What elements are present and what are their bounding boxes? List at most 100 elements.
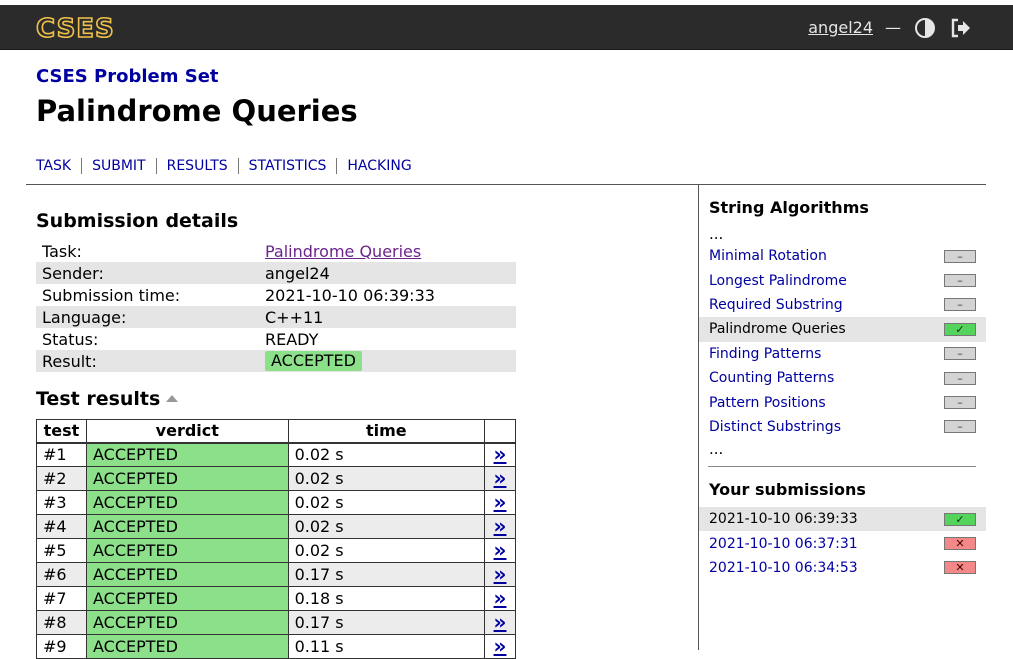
header-divider (26, 184, 986, 185)
cses-logo[interactable]: CSES (35, 13, 128, 45)
test-time: 0.17 s (287, 610, 486, 635)
task-status-icon: – (944, 396, 976, 410)
sidebar-ellipsis-top: ... (709, 225, 724, 243)
sidebar-task-link[interactable]: Distinct Substrings (709, 419, 841, 435)
test-time: 0.11 s (287, 634, 486, 659)
sidebar-task-link[interactable]: Required Substring (709, 297, 843, 313)
task-link[interactable]: Palindrome Queries (265, 242, 421, 261)
separator: — (885, 18, 901, 37)
sidebar-separator (708, 466, 976, 467)
test-verdict: ACCEPTED (85, 442, 289, 467)
test-time: 0.02 s (287, 442, 486, 467)
test-results-heading[interactable]: Test results (36, 388, 179, 410)
test-detail-cell: » (484, 562, 516, 587)
sort-up-icon[interactable] (166, 395, 179, 402)
submission-item[interactable]: 2021-10-10 06:37:31 ✕ (699, 531, 986, 555)
sidebar-task-item[interactable]: Pattern Positions – (699, 390, 986, 414)
test-verdict: ACCEPTED (85, 490, 289, 515)
test-verdict: ACCEPTED (85, 610, 289, 635)
test-detail-link[interactable]: » (494, 514, 507, 538)
username-link[interactable]: angel24 (808, 18, 873, 37)
test-number: #4 (36, 514, 87, 539)
half-circle-icon[interactable] (913, 16, 937, 40)
test-detail-link[interactable]: » (494, 610, 507, 634)
sidebar-task-item[interactable]: Required Substring – (699, 293, 986, 317)
details-label: Status: (42, 329, 99, 349)
sidebar-task-link[interactable]: Finding Patterns (709, 346, 821, 362)
your-submissions-title: Your submissions (709, 480, 866, 499)
sidebar-task-link[interactable]: Minimal Rotation (709, 248, 827, 264)
test-number: #6 (36, 562, 87, 587)
test-number: #5 (36, 538, 87, 563)
sidebar-submission-list: 2021-10-10 06:39:33 ✓ 2021-10-10 06:37:31 ✕… (699, 507, 986, 580)
test-time: 0.17 s (287, 562, 486, 587)
tab-hacking[interactable]: HACKING (336, 158, 421, 174)
sidebar-task-link[interactable]: Pattern Positions (709, 395, 826, 411)
sidebar-ellipsis-bottom: ... (709, 440, 724, 458)
test-detail-link[interactable]: » (494, 562, 507, 586)
test-number: #2 (36, 466, 87, 491)
tab-submit[interactable]: SUBMIT (81, 158, 156, 174)
sidebar-task-link[interactable]: Counting Patterns (709, 370, 834, 386)
submission-details-heading: Submission details (36, 210, 239, 232)
details-label: Result: (36, 350, 259, 372)
test-results-table: test verdict time #1 ACCEPTED 0.02 s» #2 ACC… (36, 419, 516, 659)
table-row: #2 ACCEPTED 0.02 s » (36, 466, 516, 491)
page-title: Palindrome Queries (36, 94, 358, 128)
test-time: 0.02 s (287, 466, 486, 491)
details-value: C++11 (259, 306, 516, 328)
table-row: #5 ACCEPTED 0.02 s » (36, 538, 516, 563)
details-row: Sender: angel24 (36, 262, 516, 284)
sidebar-task-item[interactable]: Distinct Substrings – (699, 415, 986, 439)
test-verdict: ACCEPTED (85, 466, 289, 491)
table-row: #6 ACCEPTED 0.17 s » (36, 562, 516, 587)
test-time: 0.02 s (287, 490, 486, 515)
test-detail-link[interactable]: » (494, 538, 507, 562)
test-detail-link[interactable]: » (494, 634, 507, 658)
submission-link[interactable]: 2021-10-10 06:34:53 (709, 560, 858, 576)
sidebar-task-item[interactable]: Finding Patterns – (699, 342, 986, 366)
details-value: 2021-10-10 06:39:33 (265, 285, 435, 305)
submission-details-table: Task: Palindrome Queries Sender: angel24… (36, 240, 516, 372)
sidebar-task-item[interactable]: Longest Palindrome – (699, 268, 986, 292)
table-row: #7 ACCEPTED 0.18 s » (36, 586, 516, 611)
sidebar-task-item: Palindrome Queries ✓ (699, 317, 986, 342)
tab-task[interactable]: TASK (36, 158, 81, 174)
breadcrumb[interactable]: CSES Problem Set (36, 66, 219, 87)
task-status-icon: – (944, 420, 976, 434)
test-detail-link[interactable]: » (494, 586, 507, 610)
submission-link[interactable]: 2021-10-10 06:37:31 (709, 536, 858, 552)
test-number: #9 (36, 634, 87, 659)
submission-item[interactable]: 2021-10-10 06:34:53 ✕ (699, 556, 986, 580)
task-status-icon: – (944, 347, 976, 361)
test-verdict: ACCEPTED (85, 514, 289, 539)
details-row: Language: C++11 (36, 306, 516, 328)
test-detail-link[interactable]: » (494, 442, 507, 466)
details-value: Palindrome Queries (259, 240, 516, 262)
details-row: Submission time: 2021-10-10 06:39:33 (36, 284, 516, 306)
test-detail-cell: » (484, 514, 516, 539)
sidebar-task-item[interactable]: Counting Patterns – (699, 366, 986, 390)
column-header-test: test (36, 419, 87, 444)
test-detail-cell: » (484, 634, 516, 659)
sidebar-task-link[interactable]: Longest Palindrome (709, 273, 847, 289)
sidebar-task-list: Minimal Rotation – Longest Palindrome – Requ… (699, 244, 986, 439)
tab-results[interactable]: RESULTS (155, 158, 238, 174)
column-header-time: time (287, 419, 486, 444)
test-verdict: ACCEPTED (85, 634, 289, 659)
logout-icon[interactable] (949, 16, 973, 40)
table-header-row: test verdict time (36, 419, 516, 444)
test-number: #1 (36, 442, 87, 467)
submission-item: 2021-10-10 06:39:33 ✓ (699, 507, 986, 532)
tab-statistics[interactable]: STATISTICS (237, 158, 337, 174)
table-row: #1 ACCEPTED 0.02 s » (36, 442, 516, 467)
task-status-icon: – (944, 274, 976, 288)
submission-time: 2021-10-10 06:39:33 (709, 511, 858, 528)
details-value: angel24 (259, 262, 516, 284)
sidebar-task-item[interactable]: Minimal Rotation – (699, 244, 986, 268)
test-time: 0.02 s (287, 514, 486, 539)
test-detail-link[interactable]: » (494, 466, 507, 490)
test-detail-link[interactable]: » (494, 490, 507, 514)
task-tabs: TASK SUBMIT RESULTS STATISTICS HACKING (36, 158, 422, 174)
details-label: Submission time: (42, 285, 181, 305)
